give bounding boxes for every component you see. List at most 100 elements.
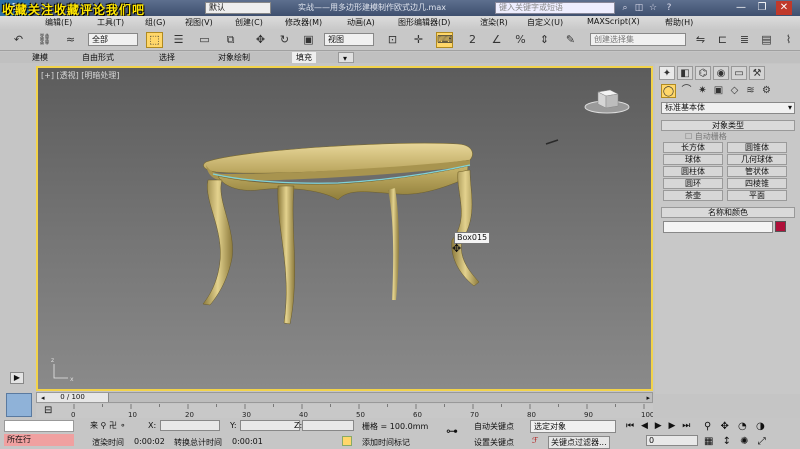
key-filter-icon[interactable]: ℱ bbox=[532, 436, 538, 445]
x-coord-input[interactable] bbox=[160, 420, 220, 431]
edit-named-sets-icon[interactable]: ✎ bbox=[562, 32, 579, 48]
manipulate-icon[interactable]: ✛ bbox=[410, 32, 427, 48]
hierarchy-tab-icon[interactable]: ⌬ bbox=[695, 66, 711, 80]
select-by-name-icon[interactable]: ☰ bbox=[170, 32, 187, 48]
key-target-select[interactable]: 选定对象 bbox=[530, 420, 616, 433]
torus-button[interactable]: 圆环 bbox=[663, 178, 723, 189]
menu-help[interactable]: 帮助(H) bbox=[665, 17, 693, 28]
menu-tools[interactable]: 工具(T) bbox=[97, 17, 124, 28]
box-button[interactable]: 长方体 bbox=[663, 142, 723, 153]
tab-modeling[interactable]: 建模 bbox=[28, 52, 52, 63]
select-object-icon[interactable]: ⬚ bbox=[146, 32, 163, 48]
close-button[interactable]: ✕ bbox=[776, 1, 792, 15]
keyboard-shortcut-icon[interactable]: ⌨ bbox=[436, 32, 453, 48]
subscription-icon[interactable]: ◫ bbox=[634, 3, 644, 13]
mini-listener-icon[interactable] bbox=[6, 393, 32, 417]
object-type-rollout[interactable]: 对象类型 bbox=[661, 120, 795, 131]
reference-coord-select[interactable]: 视图 bbox=[324, 33, 374, 46]
viewport-nav-controls[interactable]: ⚲ ✥ ◔ ◑ bbox=[704, 421, 768, 432]
name-color-rollout[interactable]: 名称和颜色 bbox=[661, 207, 795, 218]
menu-modifiers[interactable]: 修改器(M) bbox=[285, 17, 322, 28]
snap-toggle-icon[interactable]: 2 bbox=[464, 32, 481, 48]
search-input[interactable]: 键入关键字或短语 bbox=[495, 2, 615, 14]
table-model[interactable]: z x bbox=[38, 68, 651, 389]
curve-editor-icon[interactable]: ⌇ bbox=[780, 32, 797, 48]
viewport-nav-controls-2[interactable]: ▦ ↕ ✺ ⤢ bbox=[704, 436, 769, 447]
bind-spacewarp-icon[interactable]: ≈ bbox=[62, 32, 79, 48]
time-tag-icon[interactable] bbox=[342, 436, 352, 446]
maxscript-listener-input[interactable] bbox=[4, 420, 74, 432]
cone-button[interactable]: 圆锥体 bbox=[727, 142, 787, 153]
teapot-button[interactable]: 茶壶 bbox=[663, 190, 723, 201]
pyramid-button[interactable]: 四棱锥 bbox=[727, 178, 787, 189]
cylinder-button[interactable]: 圆柱体 bbox=[663, 166, 723, 177]
geosphere-button[interactable]: 几何球体 bbox=[727, 154, 787, 165]
play-arrow-icon[interactable]: ▶ bbox=[10, 372, 24, 384]
shapes-icon[interactable]: ⌒ bbox=[679, 84, 694, 98]
restore-button[interactable]: ❐ bbox=[754, 1, 770, 15]
menu-customize[interactable]: 自定义(U) bbox=[527, 17, 563, 28]
track-filter-icon[interactable]: ⊟ bbox=[44, 405, 52, 416]
star-icon[interactable]: ☆ bbox=[648, 3, 658, 13]
time-slider-thumb[interactable]: 0 / 100 bbox=[37, 393, 109, 402]
tab-object-paint[interactable]: 对象绘制 bbox=[214, 52, 254, 63]
z-coord-input[interactable] bbox=[302, 420, 354, 431]
rect-region-icon[interactable]: ▭ bbox=[196, 32, 213, 48]
scale-icon[interactable]: ▣ bbox=[300, 32, 317, 48]
playback-controls[interactable]: ⏮ ◀ ▶ ▶ ⏭ bbox=[626, 421, 692, 431]
tab-populate[interactable]: 填充 bbox=[292, 52, 316, 63]
workspace-combo[interactable]: 默认 bbox=[205, 2, 271, 14]
motion-tab-icon[interactable]: ◉ bbox=[713, 66, 729, 80]
link-icon[interactable]: ⛓ bbox=[36, 32, 53, 48]
spacewarps-icon[interactable]: ≋ bbox=[743, 84, 758, 98]
layer-manager-icon[interactable]: ≣ bbox=[736, 32, 753, 48]
minimize-button[interactable]: — bbox=[733, 1, 749, 15]
window-crossing-icon[interactable]: ⧉ bbox=[222, 32, 239, 48]
set-key-button[interactable]: 设置关键点 bbox=[474, 437, 514, 448]
display-tab-icon[interactable]: ▭ bbox=[731, 66, 747, 80]
key-filters-button[interactable]: 关键点过滤器... bbox=[548, 436, 610, 449]
y-coord-input[interactable] bbox=[240, 420, 300, 431]
help-icon[interactable]: ? bbox=[664, 3, 674, 13]
ribbon-options-icon[interactable]: ▾ bbox=[338, 52, 354, 63]
named-selection-set[interactable]: 创建选择集 bbox=[590, 33, 686, 46]
align-icon[interactable]: ⊏ bbox=[714, 32, 731, 48]
menu-edit[interactable]: 编辑(E) bbox=[45, 17, 72, 28]
object-name-input[interactable] bbox=[663, 221, 773, 233]
slider-left-arrow-icon[interactable]: ◂ bbox=[41, 394, 45, 402]
menu-graph-editors[interactable]: 图形编辑器(D) bbox=[398, 17, 450, 28]
helpers-icon[interactable]: ◇ bbox=[727, 84, 742, 98]
geometry-icon[interactable]: ◯ bbox=[661, 84, 676, 98]
track-bar[interactable]: 0 10 20 30 40 50 60 70 80 90 100 bbox=[36, 404, 653, 418]
plane-button[interactable]: 平面 bbox=[727, 190, 787, 201]
binoculars-icon[interactable]: ⌕ bbox=[620, 3, 630, 13]
menu-animation[interactable]: 动画(A) bbox=[347, 17, 375, 28]
time-slider[interactable]: 0 / 100 ◂ ▸ bbox=[36, 392, 653, 403]
slider-right-arrow-icon[interactable]: ▸ bbox=[646, 394, 650, 402]
menu-group[interactable]: 组(G) bbox=[145, 17, 165, 28]
auto-key-button[interactable]: 自动关键点 bbox=[474, 421, 514, 432]
perspective-viewport[interactable]: [+] [透视] [明暗处理] z x Box015 ✥ bbox=[36, 66, 653, 391]
primitive-category-select[interactable]: 标准基本体 ▾ bbox=[661, 102, 795, 114]
selection-filter-select[interactable]: 全部 bbox=[88, 33, 138, 46]
tab-freeform[interactable]: 自由形式 bbox=[78, 52, 118, 63]
create-tab-icon[interactable]: ✦ bbox=[659, 66, 675, 80]
move-icon[interactable]: ✥ bbox=[252, 32, 269, 48]
menu-views[interactable]: 视图(V) bbox=[185, 17, 213, 28]
angle-snap-icon[interactable]: ∠ bbox=[488, 32, 505, 48]
tube-button[interactable]: 管状体 bbox=[727, 166, 787, 177]
tab-selection[interactable]: 选择 bbox=[155, 52, 179, 63]
object-color-swatch[interactable] bbox=[775, 221, 786, 232]
menu-create[interactable]: 创建(C) bbox=[235, 17, 263, 28]
menu-maxscript[interactable]: MAXScript(X) bbox=[587, 17, 640, 26]
spinner-snap-icon[interactable]: ⇕ bbox=[536, 32, 553, 48]
percent-snap-icon[interactable]: % bbox=[512, 32, 529, 48]
sphere-button[interactable]: 球体 bbox=[663, 154, 723, 165]
lights-icon[interactable]: ✷ bbox=[695, 84, 710, 98]
undo-icon[interactable]: ↶ bbox=[10, 32, 27, 48]
utilities-tab-icon[interactable]: ⚒ bbox=[749, 66, 765, 80]
modify-tab-icon[interactable]: ◧ bbox=[677, 66, 693, 80]
autogrid-checkbox[interactable]: ☐ 自动栅格 bbox=[685, 131, 727, 142]
key-icon[interactable]: ⊶ bbox=[446, 424, 458, 438]
pivot-center-icon[interactable]: ⊡ bbox=[384, 32, 401, 48]
